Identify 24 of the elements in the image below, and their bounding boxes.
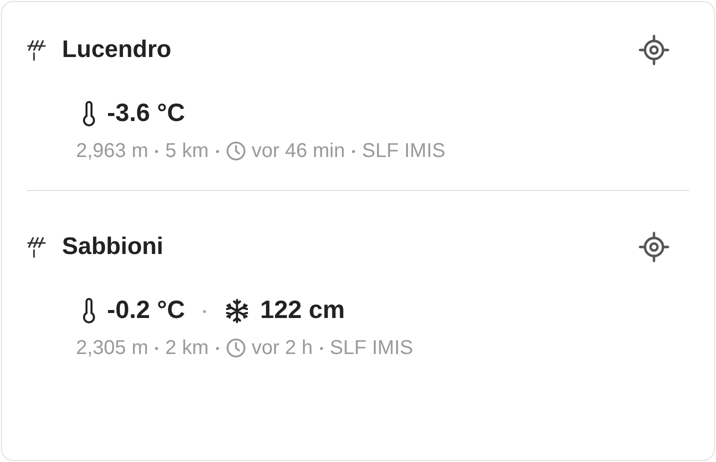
antenna-icon [27, 235, 47, 259]
target-icon [637, 33, 671, 67]
station-name: Sabbioni [62, 232, 164, 262]
thermometer-icon [81, 298, 97, 324]
locate-button[interactable] [637, 33, 671, 67]
clock-icon [226, 338, 246, 358]
update-time-text: vor 2 h [252, 336, 313, 361]
elevation-text: 2,305 m [76, 336, 148, 361]
source-text: SLF IMIS [362, 139, 446, 164]
distance-text: 5 km [165, 139, 209, 164]
update-time-text: vor 46 min [252, 139, 345, 164]
temperature-value: -0.2 °C [107, 295, 186, 326]
antenna-icon [27, 38, 47, 62]
station-name: Lucendro [62, 35, 172, 65]
snow-depth-value: 122 cm [260, 295, 345, 326]
distance-text: 2 km [165, 336, 209, 361]
source-text: SLF IMIS [330, 336, 414, 361]
target-icon [637, 230, 671, 264]
locate-button[interactable] [637, 230, 671, 264]
temperature-value: -3.6 °C [107, 98, 186, 130]
thermometer-icon [81, 101, 97, 127]
elevation-text: 2,963 m [76, 139, 148, 164]
snowflake-icon [224, 298, 250, 324]
clock-icon [226, 141, 246, 161]
